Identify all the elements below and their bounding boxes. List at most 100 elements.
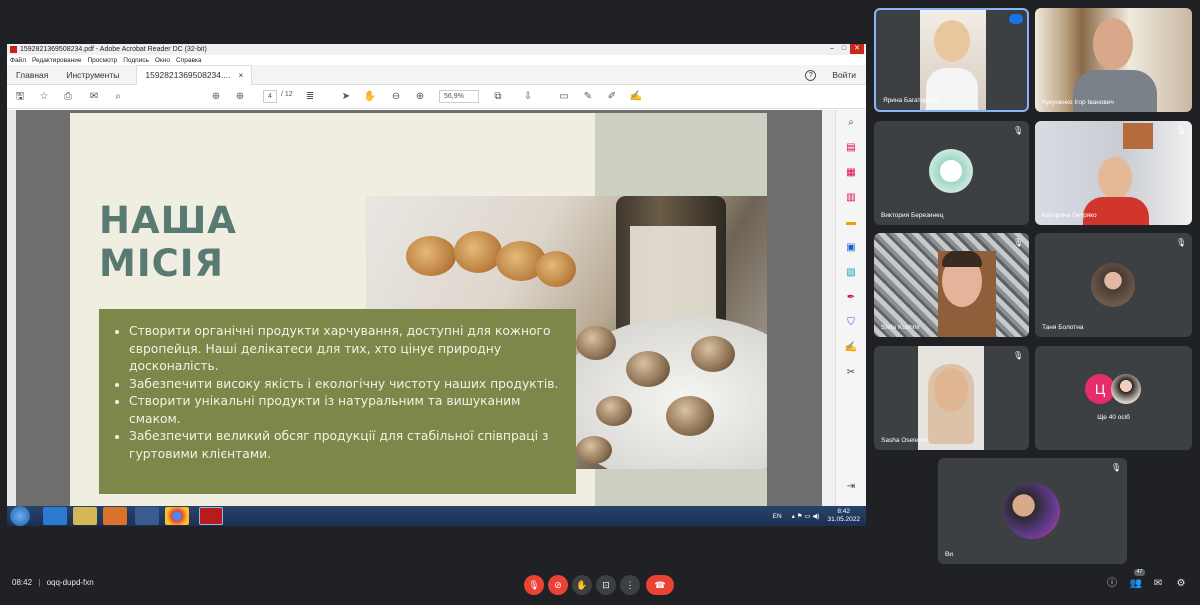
menu-window[interactable]: Окно [155,57,170,64]
minimize-icon[interactable]: – [826,44,838,54]
signin-button[interactable]: Войти [832,70,856,80]
comment-tool-icon[interactable]: ▬ [844,216,858,230]
zoom-out-icon[interactable]: ⊖ [389,90,403,104]
menu-edit[interactable]: Редактирование [32,57,82,64]
people-icon[interactable]: 👥 [1129,577,1143,591]
acrobat-toolbar: 🖫 ☆ ⎙ ✉ ⌕ ⊕ ⊕ 4 / 12 ≣ ➤ ✋ ⊖ ⊕ 56,9% ⧉ ⇩… [7,85,866,109]
self-view-tile[interactable]: 🎙 Ви [938,458,1127,564]
highlight-pen-icon[interactable]: ✎ [581,90,595,104]
fill-sign-tool-icon[interactable]: ✒ [844,291,858,305]
language-indicator[interactable]: EN [773,513,782,520]
mic-toggle-button[interactable]: 🎙 [524,575,544,595]
page-total: / 12 [281,91,293,98]
menu-sign[interactable]: Подпись [123,57,149,64]
acrobat-tab-bar: Главная Инструменты 1592821369508234....… [7,64,866,85]
chrome-icon[interactable] [165,507,189,525]
meeting-code: oqq-dupd-fxn [46,578,94,587]
help-icon[interactable]: ? [805,69,817,81]
meet-control-bar: 08:42 | oqq-dupd-fxn 🎙 ⊘ ✋ ⊡ ⋮ ☎ ⓘ 👥 47 … [0,565,1200,605]
maximize-icon[interactable]: □ [838,44,850,54]
tab-tools[interactable]: Инструменты [57,65,128,85]
participant-body [926,68,978,110]
close-window-icon[interactable]: ✕ [850,44,864,54]
page-layout-icon[interactable]: ≣ [303,90,317,104]
tab-close-icon[interactable]: × [238,71,243,80]
combine-icon[interactable]: ▣ [844,241,858,255]
menu-help[interactable]: Справка [176,57,202,64]
tab-document[interactable]: 1592821369508234.... × [136,64,253,85]
tab-home[interactable]: Главная [7,65,57,85]
camera-toggle-button[interactable]: ⊘ [548,575,568,595]
next-page-icon[interactable]: ⊕ [233,90,247,104]
collapse-pane-icon[interactable]: ⇥ [844,480,858,494]
participant-tile[interactable]: 🎙 Stefa Kushnir [874,233,1029,337]
fill-sign-icon[interactable]: ✍ [629,90,643,104]
participant-tile[interactable]: Кукуненко Ігор Іванович [1035,8,1192,112]
participant-face [1093,18,1133,70]
fit-page-icon[interactable]: ⧉ [491,90,505,104]
more-participants-tile[interactable]: Ц Ще 40 осіб [1035,346,1192,450]
participant-video [1035,121,1192,225]
organize-pages-icon[interactable]: ▧ [844,266,858,280]
window-title: 1592821369508234.pdf - Adobe Acrobat Rea… [20,46,207,53]
media-player-icon[interactable] [103,507,127,525]
participant-background-picture [1123,123,1153,149]
left-panel-toggle[interactable] [7,110,16,506]
more-participants-label: Ще 40 осіб [1097,414,1130,421]
more-options-button[interactable]: ⋮ [620,575,640,595]
edit-pdf-icon[interactable]: ▥ [844,191,858,205]
tray-icons[interactable]: ▴ ⚑ ▭ ◀) [792,512,820,520]
photo-bread [406,236,456,276]
print-icon[interactable]: ⎙ [61,90,75,104]
meeting-details-icon[interactable]: ⓘ [1105,577,1119,591]
participant-tile[interactable]: 🎙 Sasha Oseledec [874,346,1029,450]
more-tools-icon[interactable]: ✂ [844,366,858,380]
zoom-in-icon[interactable]: ⊕ [413,90,427,104]
create-pdf-icon[interactable]: ▦ [844,166,858,180]
previous-page-icon[interactable]: ⊕ [209,90,223,104]
bookmark-star-icon[interactable]: ☆ [37,90,51,104]
menu-file[interactable]: Файл [10,57,26,64]
draw-icon[interactable]: ✐ [605,90,619,104]
tray-time: 8:42 [837,508,851,515]
participant-tile[interactable]: 🎙 Виктория Березинец [874,121,1029,225]
photo-snail [666,396,714,436]
chat-icon[interactable]: ✉ [1151,577,1165,591]
menu-view[interactable]: Просмотр [88,57,118,64]
search-icon[interactable]: ⌕ [111,90,125,104]
zoom-level-select[interactable]: 56,9% [439,90,479,103]
page-number-input[interactable]: 4 [263,90,277,103]
leave-call-button[interactable]: ☎ [646,575,674,595]
export-pdf-icon[interactable]: ▤ [844,141,858,155]
participant-tile[interactable]: 🎙 Таня Болотна [1035,233,1192,337]
document-scrollbar[interactable] [822,110,835,506]
activities-icon[interactable]: ⚙ [1174,577,1188,591]
explorer-icon[interactable] [73,507,97,525]
email-icon[interactable]: ✉ [87,90,101,104]
sign-tool-icon[interactable]: ✍ [844,341,858,355]
save-icon[interactable]: 🖫 [13,90,27,104]
protect-icon[interactable]: ⛉ [844,316,858,330]
meeting-info: 08:42 | oqq-dupd-fxn [12,578,94,587]
present-screen-button[interactable]: ⊡ [596,575,616,595]
windows-start-icon[interactable] [10,506,30,526]
participant-avatar [929,149,973,193]
participant-name: Sasha Oseledec [881,437,929,444]
participant-face [1098,157,1132,199]
scroll-mode-icon[interactable]: ⇩ [521,90,535,104]
participant-name: Ви [945,551,953,558]
save-disk-icon[interactable] [135,507,159,525]
comment-icon[interactable]: ▭ [557,90,571,104]
participant-tile[interactable]: 🎙 Катерина Петряко [1035,121,1192,225]
select-cursor-icon[interactable]: ➤ [339,90,353,104]
document-view[interactable]: НАША МІСІЯ Створити органічні продукти [7,110,866,506]
ie-icon[interactable] [43,507,67,525]
acrobat-taskbar-icon[interactable] [199,507,223,525]
raise-hand-button[interactable]: ✋ [572,575,592,595]
participant-avatar [1111,374,1141,404]
participant-tile[interactable]: Ярина Багатирова [874,8,1029,112]
meeting-time: 08:42 [12,578,33,587]
hand-tool-icon[interactable]: ✋ [363,90,377,104]
zoom-search-icon[interactable]: ⌕ [844,116,858,130]
tray-clock[interactable]: 8:42 31.05.2022 [827,508,860,524]
